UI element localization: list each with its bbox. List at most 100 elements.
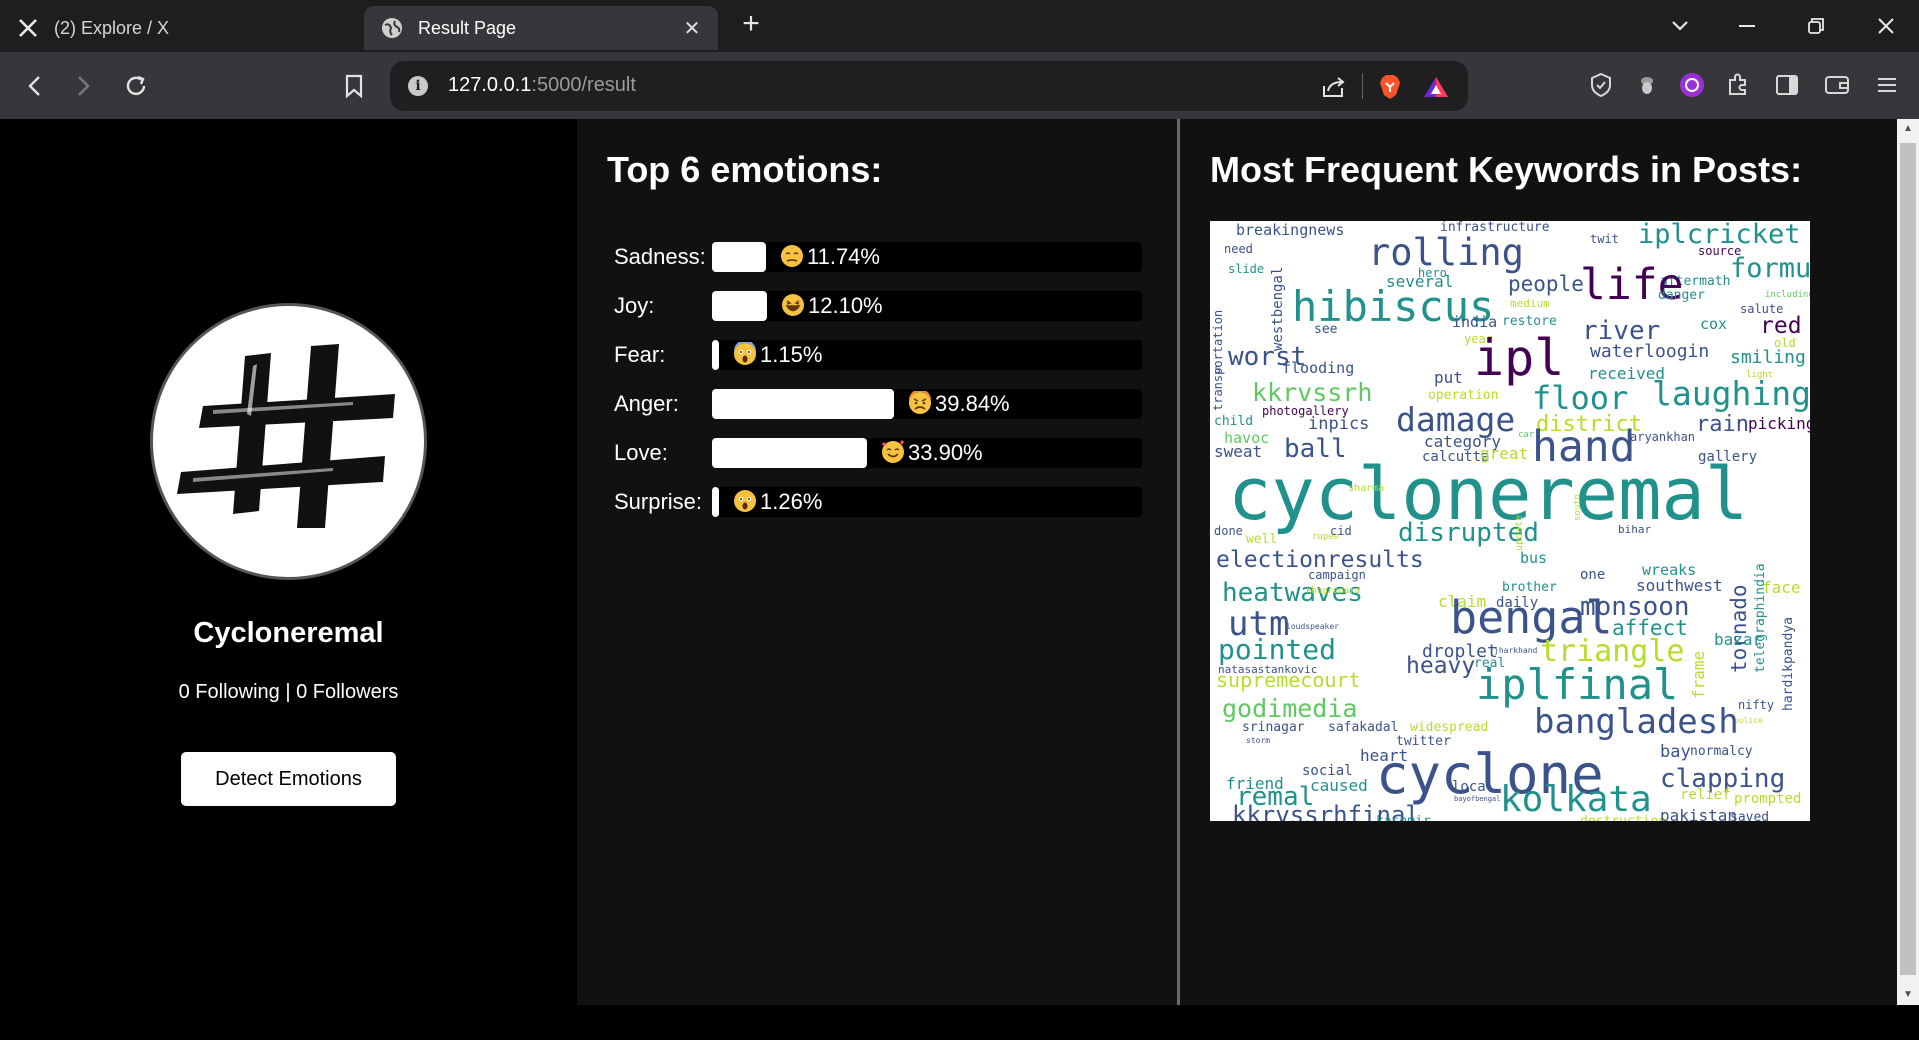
wordcloud-word: put bbox=[1434, 368, 1463, 387]
extension-acorn-icon[interactable] bbox=[1632, 70, 1662, 100]
emotion-bar-fill bbox=[712, 242, 766, 272]
restore-icon[interactable] bbox=[1800, 10, 1832, 42]
reload-icon[interactable] bbox=[118, 68, 154, 104]
menu-icon[interactable] bbox=[1872, 70, 1902, 100]
follow-stats: 0 Following | 0 Followers bbox=[178, 681, 399, 703]
emotions-panel: Top 6 emotions: Sadness: 11.74% Joy: 12.10%… bbox=[577, 119, 1177, 1005]
wordcloud-word: bazar bbox=[1714, 630, 1763, 649]
emotion-row: Joy: 12.10% bbox=[614, 291, 1144, 321]
profile-name: Cycloneremal bbox=[193, 617, 384, 649]
vpn-shield-icon[interactable] bbox=[1586, 70, 1616, 100]
emotion-bar-fill bbox=[712, 291, 767, 321]
emotion-bar-track bbox=[712, 242, 1142, 272]
page-scrollbar[interactable]: ▲ ▼ bbox=[1897, 119, 1919, 1005]
tab-title: (2) Explore / X bbox=[54, 17, 170, 38]
extensions-puzzle-icon[interactable] bbox=[1723, 70, 1753, 100]
wordcloud-word: caused bbox=[1310, 776, 1368, 795]
wordcloud-word: laughing bbox=[1652, 374, 1810, 413]
wordcloud-word: destruction bbox=[1580, 814, 1666, 821]
emotion-percentage: 39.84% bbox=[908, 391, 1010, 417]
emotion-percentage: 1.26% bbox=[733, 489, 822, 515]
wordcloud-word: picking bbox=[1748, 414, 1810, 433]
emotion-row: Surprise: 1.26% bbox=[614, 487, 1144, 517]
wordcloud-word: bay bbox=[1660, 742, 1691, 762]
window-bottom-strip bbox=[0, 1005, 1919, 1040]
wordcloud-word: jharkhand bbox=[1494, 646, 1538, 655]
wordcloud-word: inpics bbox=[1308, 414, 1369, 434]
globe-icon bbox=[380, 16, 404, 40]
wordcloud-word: see bbox=[1314, 322, 1338, 337]
tab-result-page[interactable]: Result Page ✕ bbox=[364, 6, 718, 50]
wordcloud-word: nifty bbox=[1738, 698, 1774, 712]
wordcloud-word: bihar bbox=[1618, 523, 1651, 536]
wordcloud-word: done bbox=[1214, 524, 1243, 538]
emotion-percentage: 12.10% bbox=[781, 293, 883, 319]
wordcloud-word: bus bbox=[1520, 549, 1547, 567]
wordcloud-word: transportation bbox=[1211, 310, 1225, 411]
emotion-row: Sadness: 11.74% bbox=[614, 242, 1144, 272]
smiling-hearts-face-icon bbox=[882, 440, 904, 463]
emotion-row: Anger: 39.84% bbox=[614, 389, 1144, 419]
keyword-wordcloud: breakingnews infrastructure twit iplcricket… bbox=[1210, 221, 1810, 821]
wordcloud-word: tornado bbox=[1727, 584, 1751, 673]
site-info-icon[interactable]: i bbox=[408, 76, 428, 96]
minimize-icon[interactable] bbox=[1731, 10, 1763, 42]
back-icon[interactable] bbox=[16, 68, 52, 104]
wordcloud-word: relief bbox=[1680, 787, 1731, 803]
forward-icon[interactable] bbox=[66, 68, 102, 104]
emotion-value-text: 1.26% bbox=[760, 489, 823, 514]
wordcloud-word: storm bbox=[1246, 736, 1270, 745]
tab-search-chevron-icon[interactable] bbox=[1664, 10, 1696, 42]
share-icon[interactable] bbox=[1320, 73, 1348, 101]
tab-title: Result Page bbox=[418, 17, 517, 38]
wordcloud-word: update bbox=[1514, 515, 1525, 551]
wordcloud-word: bangladesh bbox=[1534, 702, 1739, 742]
new-tab-button[interactable]: + bbox=[736, 9, 766, 40]
close-window-icon[interactable] bbox=[1870, 10, 1902, 42]
wordcloud-word: south bbox=[1573, 494, 1583, 521]
close-tab-icon[interactable]: ✕ bbox=[680, 16, 704, 40]
wordcloud-word: child bbox=[1214, 414, 1253, 429]
emotion-percentage: 11.74% bbox=[780, 244, 880, 270]
avatar bbox=[150, 303, 427, 580]
wordcloud-word: one bbox=[1580, 567, 1605, 583]
keywords-panel: Most Frequent Keywords in Posts: breakin… bbox=[1180, 119, 1897, 1005]
emotion-value-text: 11.74% bbox=[807, 244, 880, 269]
url-text: 127.0.0.1:5000/result bbox=[448, 74, 636, 96]
bookmark-icon[interactable] bbox=[336, 68, 372, 104]
wordcloud-word: pointed bbox=[1218, 633, 1336, 666]
emotion-row: Fear: 1.15% bbox=[614, 340, 1144, 370]
wordcloud-word: godimedia bbox=[1222, 694, 1357, 723]
wordcloud-word: frame bbox=[1689, 651, 1708, 699]
brave-shields-icon[interactable] bbox=[1376, 73, 1404, 101]
wordcloud-word: slide bbox=[1228, 262, 1264, 276]
angry-face-icon bbox=[909, 391, 931, 414]
wordcloud-word: waterloogin bbox=[1590, 341, 1709, 362]
wordcloud-word: khagrapara bbox=[1306, 586, 1360, 596]
address-bar[interactable]: i 127.0.0.1:5000/result bbox=[390, 61, 1468, 111]
extension-purple-icon[interactable] bbox=[1677, 70, 1707, 100]
keywords-heading: Most Frequent Keywords in Posts: bbox=[1210, 149, 1803, 190]
emotion-percentage: 33.90% bbox=[881, 440, 983, 466]
sidebar-toggle-icon[interactable] bbox=[1772, 70, 1802, 100]
emotion-label: Joy: bbox=[614, 293, 655, 318]
wordcloud-word: loudspeaker bbox=[1286, 622, 1339, 631]
browser-toolbar: i 127.0.0.1:5000/result bbox=[0, 52, 1919, 119]
emotion-value-text: 1.15% bbox=[760, 342, 823, 367]
wordcloud-word: danger bbox=[1658, 288, 1705, 303]
wordcloud-word: telegraphindia bbox=[1753, 563, 1768, 673]
tab-explore-x[interactable]: (2) Explore / X bbox=[0, 6, 360, 50]
scroll-down-icon[interactable]: ▼ bbox=[1897, 985, 1919, 1005]
detect-emotions-button[interactable]: Detect Emotions bbox=[181, 752, 396, 806]
wordcloud-word: rain bbox=[1696, 412, 1749, 437]
wordcloud-word: including bbox=[1765, 290, 1810, 300]
emotion-bar-fill bbox=[712, 389, 894, 419]
wordcloud-word: flooding bbox=[1282, 359, 1354, 377]
scrollbar-thumb[interactable] bbox=[1900, 143, 1916, 975]
wordcloud-word: heavy bbox=[1406, 653, 1475, 679]
wallet-icon[interactable] bbox=[1822, 70, 1852, 100]
wordcloud-word: supremecourt bbox=[1216, 668, 1361, 692]
brave-rewards-icon[interactable] bbox=[1422, 73, 1450, 101]
wordcloud-word: medium bbox=[1510, 297, 1550, 310]
scroll-up-icon[interactable]: ▲ bbox=[1897, 119, 1919, 139]
